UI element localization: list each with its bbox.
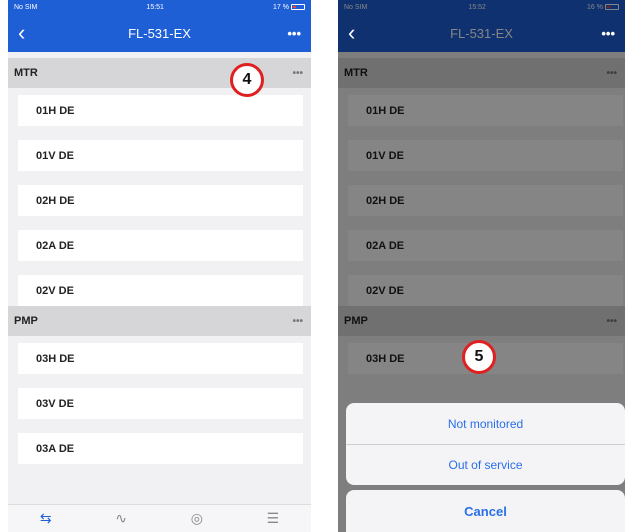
list-item[interactable]: 02V DE <box>18 275 303 306</box>
back-chevron-icon[interactable]: ‹ <box>348 22 368 44</box>
phone-screen-right: No SIM 15:52 16 % ‹ FL-531-EX ••• MTR ••… <box>338 0 625 532</box>
group-more-icon[interactable]: ••• <box>292 316 303 327</box>
list-item[interactable]: 03A DE <box>18 433 303 464</box>
list-item[interactable]: 01H DE <box>18 95 303 126</box>
battery-indicator: 17 % <box>273 4 305 11</box>
route-icon[interactable]: ⇆ <box>40 510 52 527</box>
group-more-icon[interactable]: ••• <box>292 68 303 79</box>
battery-percent: 17 % <box>273 3 289 11</box>
carrier-label: No SIM <box>14 3 38 11</box>
list-item[interactable]: 01V DE <box>18 140 303 171</box>
group-header-mtr[interactable]: MTR ••• <box>8 58 311 88</box>
list-item[interactable]: 03H DE <box>18 343 303 374</box>
action-sheet: Not monitored Out of service <box>346 403 625 485</box>
back-chevron-icon[interactable]: ‹ <box>18 22 38 44</box>
status-time: 15:51 <box>146 3 164 11</box>
out-of-service-option[interactable]: Out of service <box>346 444 625 485</box>
step-callout-badge: 4 <box>230 63 264 97</box>
more-menu-icon[interactable]: ••• <box>287 26 301 41</box>
battery-icon <box>291 4 305 10</box>
list-item[interactable]: 03V DE <box>18 388 303 419</box>
list-item[interactable]: 02H DE <box>18 185 303 216</box>
status-bar: No SIM 15:51 17 % <box>8 0 311 14</box>
page-title: FL-531-EX <box>128 25 191 41</box>
group-title: MTR <box>14 67 38 79</box>
waveform-icon[interactable]: ∿ <box>115 510 127 527</box>
group-header-pmp[interactable]: PMP ••• <box>8 306 311 336</box>
nav-bar: ‹ FL-531-EX ••• <box>8 14 311 52</box>
phone-screen-left: No SIM 15:51 17 % ‹ FL-531-EX ••• MTR ••… <box>8 0 311 532</box>
not-monitored-option[interactable]: Not monitored <box>346 403 625 444</box>
disc-icon[interactable]: ◎ <box>191 510 203 527</box>
group-title: PMP <box>14 315 38 327</box>
more-menu-icon[interactable]: ••• <box>601 26 615 41</box>
tab-bar: ⇆ ∿ ◎ ☰ <box>8 504 311 532</box>
list-icon[interactable]: ☰ <box>267 510 280 527</box>
step-callout-badge: 5 <box>462 340 496 374</box>
list-item[interactable]: 02A DE <box>18 230 303 261</box>
cancel-button[interactable]: Cancel <box>346 490 625 532</box>
